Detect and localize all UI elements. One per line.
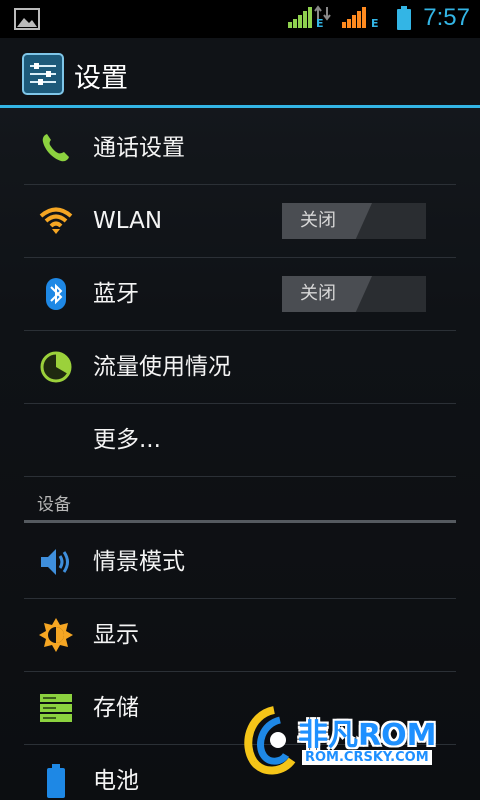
signal-green-icon: [288, 7, 312, 28]
list-item-call-settings[interactable]: 通话设置: [24, 112, 456, 185]
list-item-label: 电池: [93, 768, 139, 794]
bluetooth-toggle[interactable]: 关闭: [282, 276, 426, 312]
watermark: 非凡ROM ROM.CRSKY.COM: [234, 700, 460, 780]
list-item-label: WLAN: [93, 208, 163, 234]
network-type-1: E: [316, 17, 324, 30]
wifi-icon: [39, 207, 73, 234]
list-item-bluetooth[interactable]: 蓝牙 关闭: [24, 258, 456, 331]
page-title: 设置: [74, 63, 128, 94]
status-bar: E E 7:57: [0, 0, 480, 38]
toggle-label: 关闭: [300, 210, 336, 231]
signal-orange-icon: [342, 7, 366, 28]
action-bar: 设置: [0, 38, 480, 106]
section-header-device: 设备: [37, 495, 71, 515]
toggle-label: 关闭: [300, 283, 336, 304]
action-bar-divider: [0, 105, 480, 108]
network-type-2: E: [371, 17, 379, 30]
phone-icon: [42, 134, 69, 162]
brightness-icon: [39, 618, 73, 652]
settings-sliders-icon[interactable]: [22, 53, 64, 95]
list-item-wlan[interactable]: WLAN 关闭: [24, 185, 456, 258]
gallery-icon: [14, 8, 40, 30]
list-item-display[interactable]: 显示: [24, 599, 456, 672]
list-item-label: 更多...: [93, 427, 161, 453]
list-item-label: 蓝牙: [93, 281, 139, 307]
battery-icon: [47, 764, 65, 798]
watermark-url: ROM.CRSKY.COM: [302, 750, 432, 765]
clock: 7:57: [423, 4, 470, 31]
list-item-more[interactable]: 更多...: [24, 404, 456, 477]
volume-icon: [41, 549, 69, 575]
list-item-sound-profile[interactable]: 情景模式: [24, 526, 456, 599]
battery-icon: [397, 6, 411, 30]
list-item-label: 存储: [93, 695, 139, 721]
bluetooth-icon: [46, 278, 66, 310]
rom-logo-icon: [244, 706, 296, 775]
watermark-brand: 非凡ROM: [298, 718, 437, 753]
list-item-label: 情景模式: [93, 549, 185, 575]
storage-icon: [40, 694, 72, 722]
list-item-label: 显示: [93, 622, 139, 648]
list-item-label: 通话设置: [93, 135, 185, 161]
section-divider: [24, 520, 456, 523]
list-item-data-usage[interactable]: 流量使用情况: [24, 331, 456, 404]
wlan-toggle[interactable]: 关闭: [282, 203, 426, 239]
data-usage-icon: [40, 351, 72, 383]
list-item-label: 流量使用情况: [93, 354, 231, 380]
